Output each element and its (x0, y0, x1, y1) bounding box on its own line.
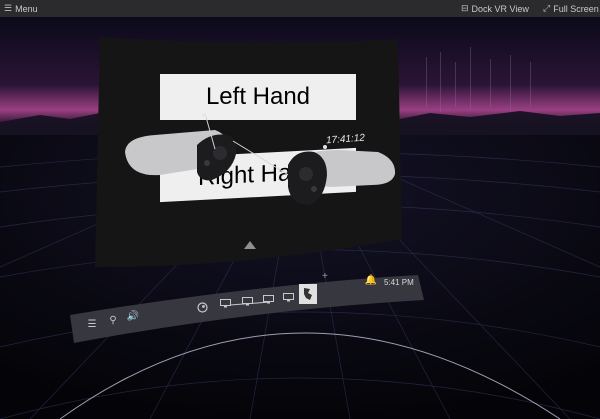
fullscreen-button[interactable]: ⤢ Full Screen (543, 3, 599, 14)
notification-icon[interactable]: 🔔 (365, 275, 377, 286)
dashboard-time: 5:41 PM (384, 278, 414, 287)
menu-label: Menu (15, 3, 38, 14)
app-thumbnail[interactable] (299, 284, 317, 304)
person-icon[interactable]: ⚲ (107, 314, 119, 326)
desktop-icon[interactable] (241, 296, 253, 306)
expand-icon: ⤢ (543, 3, 551, 13)
hamburger-icon: ☰ (4, 3, 13, 13)
top-bar: ☰ Menu ⊟ Dock VR View ⤢ Full Screen (0, 0, 600, 17)
menu-icon[interactable]: ☰ (86, 318, 98, 330)
dock-icon: ⊟ (461, 3, 469, 13)
fullscreen-label: Full Screen (553, 3, 599, 14)
vr-dashboard: ☰ ⚲ 🔊 + 🔔 5:41 PM (0, 17, 600, 419)
desktop-icon[interactable] (219, 298, 231, 308)
desktop-icon[interactable] (282, 292, 294, 302)
vr-scene: Left Hand Right Hand 17:41:12 ☰ ⚲ 🔊 + 🔔 … (0, 17, 600, 419)
dock-label: Dock VR View (471, 3, 529, 14)
desktop-icon[interactable] (262, 294, 274, 304)
dock-vr-view-button[interactable]: ⊟ Dock VR View (461, 3, 529, 14)
add-button[interactable]: + (322, 271, 328, 282)
steam-icon[interactable] (196, 301, 208, 313)
volume-icon[interactable]: 🔊 (127, 310, 139, 322)
menu-button[interactable]: ☰ Menu (4, 3, 38, 14)
vr-app: ☰ Menu ⊟ Dock VR View ⤢ Full Screen Left… (0, 0, 600, 419)
